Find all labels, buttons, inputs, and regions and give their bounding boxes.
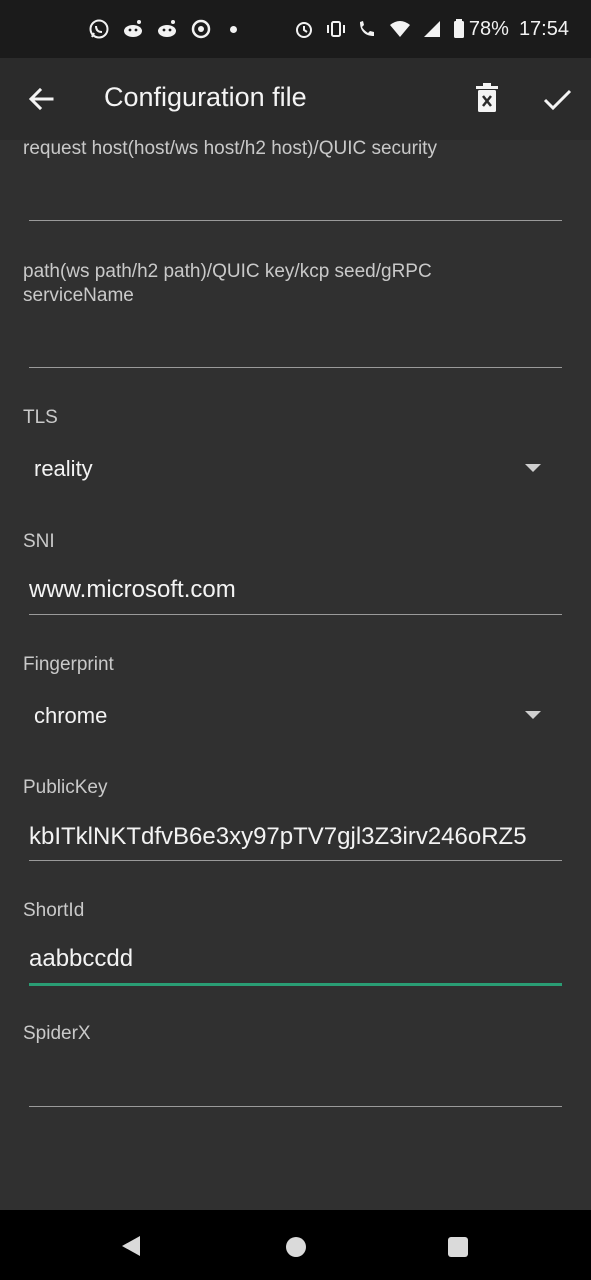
shortid-underline-focused	[29, 983, 562, 986]
check-icon	[543, 89, 572, 111]
whatsapp-icon	[88, 18, 110, 40]
system-nav-bar	[0, 1210, 591, 1280]
chevron-down-icon	[525, 464, 541, 472]
host-label: request host(host/ws host/h2 host)/QUIC …	[23, 138, 437, 159]
alarm-icon	[293, 18, 315, 40]
host-underline	[29, 220, 562, 221]
app-bar: Configuration file	[0, 58, 591, 140]
fingerprint-value: chrome	[34, 703, 108, 728]
delete-icon	[476, 83, 498, 112]
nav-back-button[interactable]	[120, 1234, 142, 1263]
tls-label: TLS	[23, 407, 58, 428]
shortid-label: ShortId	[23, 900, 85, 921]
signal-icon	[421, 18, 443, 40]
delete-button[interactable]	[472, 82, 502, 116]
triangle-back-icon	[122, 1236, 140, 1256]
arrow-left-icon	[28, 87, 54, 111]
path-label-line2: serviceName	[23, 285, 134, 306]
page-title: Configuration file	[104, 82, 307, 112]
nav-home-button[interactable]	[286, 1237, 306, 1257]
fingerprint-label: Fingerprint	[23, 654, 114, 675]
shortid-input[interactable]: aabbccdd	[29, 945, 562, 973]
clock: 17:54	[518, 17, 569, 40]
config-form: request host(host/ws host/h2 host)/QUIC …	[0, 138, 591, 1210]
nav-recents-button[interactable]	[448, 1237, 468, 1257]
publickey-input[interactable]: kbITklNKTdfvB6e3xy97pTV7gjl3Z3irv246oRZ5	[29, 823, 562, 851]
back-button[interactable]	[24, 82, 58, 116]
path-label: path(ws path/h2 path)/QUIC key/kcp seed/…	[23, 260, 432, 308]
sni-input[interactable]: www.microsoft.com	[29, 576, 562, 604]
app-icon	[190, 18, 212, 40]
spiderx-input[interactable]	[29, 1068, 562, 1098]
system-icons: 78% 17:54	[293, 0, 569, 58]
reddit-icon	[122, 18, 144, 40]
host-input[interactable]	[29, 182, 562, 212]
tls-select[interactable]	[20, 446, 570, 490]
save-button[interactable]	[540, 82, 574, 116]
spiderx-underline	[29, 1106, 562, 1107]
sni-label: SNI	[23, 531, 55, 552]
more-notifications-dot	[230, 25, 237, 33]
path-input[interactable]	[29, 330, 562, 360]
reddit-icon	[156, 18, 178, 40]
battery-icon	[453, 18, 465, 40]
chevron-down-icon	[525, 711, 541, 719]
battery-percent: 78%	[468, 17, 509, 40]
notification-icons	[88, 0, 237, 58]
path-label-line1: path(ws path/h2 path)/QUIC key/kcp seed/…	[23, 261, 432, 282]
wifi-calling-icon	[357, 18, 379, 40]
vibrate-icon	[325, 18, 347, 40]
status-bar: 78% 17:54	[0, 0, 591, 58]
tls-value: reality	[34, 456, 93, 481]
publickey-underline	[29, 860, 562, 861]
spiderx-label: SpiderX	[23, 1023, 91, 1044]
wifi-icon	[389, 18, 411, 40]
path-underline	[29, 367, 562, 368]
publickey-label: PublicKey	[23, 777, 108, 798]
sni-underline	[29, 614, 562, 615]
